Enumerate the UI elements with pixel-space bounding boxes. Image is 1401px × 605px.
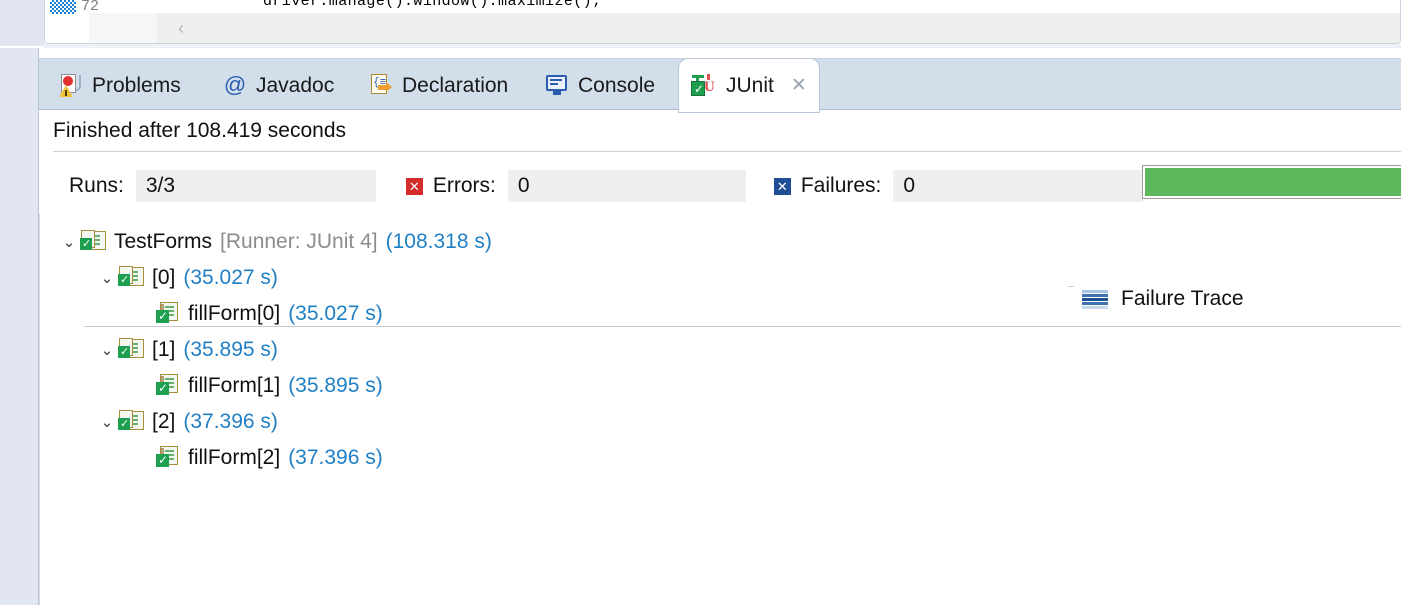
console-icon (545, 73, 569, 97)
errors-label: Errors: (432, 174, 496, 197)
test-method-icon: ✓ (156, 301, 181, 326)
runs-label: Runs: (69, 174, 124, 197)
tree-row[interactable]: ⌄ ✓ [1] (35.895 s) (96, 334, 278, 365)
editor-body[interactable]: 72 driver.manage().window().maximize(); … (44, 0, 1401, 44)
junit-body: ⌄ ✓ TestForms [Runner: JUnit 4] (108.318 s) ⌄… (39, 214, 1401, 605)
tree-node-time: (37.396 s) (288, 445, 383, 469)
tree-node-time: (35.027 s) (183, 265, 278, 289)
bottom-view-stack: Problems @ Javadoc {≡ Declaration Consol… (0, 48, 1401, 605)
chevron-down-icon[interactable]: ⌄ (96, 341, 118, 359)
chevron-down-icon[interactable]: ⌄ (58, 233, 80, 251)
tree-row[interactable]: ✓ fillForm[0] (35.027 s) (134, 298, 383, 329)
test-suite-icon: ✓ (118, 265, 145, 290)
editor-horizontal-scrollbar[interactable]: ‹ (89, 13, 1400, 43)
tab-problems[interactable]: Problems (47, 59, 193, 111)
failure-trace-icon (1082, 289, 1108, 309)
progress-bar (1142, 165, 1401, 199)
status-text: Finished after 108.419 seconds (53, 119, 347, 142)
tree-node-label: [2] (152, 409, 176, 433)
tab-declaration[interactable]: {≡ Declaration (357, 59, 520, 111)
test-method-icon: ✓ (156, 445, 181, 470)
tree-row[interactable]: ⌄ ✓ TestForms [Runner: JUnit 4] (108.318 s) (58, 226, 492, 257)
editor-area-partial: 72 driver.manage().window().maximize(); … (0, 0, 1401, 48)
status-separator (53, 151, 1401, 152)
progress-bar-fill (1145, 168, 1401, 196)
tree-row[interactable]: ✓ fillForm[1] (35.895 s) (134, 370, 383, 401)
tab-label: Javadoc (256, 73, 335, 97)
view-frame: Problems @ Javadoc {≡ Declaration Consol… (38, 48, 1401, 605)
tree-node-label: [0] (152, 265, 176, 289)
tree-node-label: fillForm[0] (188, 301, 281, 325)
chevron-down-icon[interactable]: ⌄ (96, 413, 118, 431)
failure-square-icon: ✕ (773, 177, 791, 195)
failures-label: Failures: (800, 174, 882, 197)
tree-row[interactable]: ✓ fillForm[2] (37.396 s) (134, 442, 391, 473)
tree-node-label: [1] (152, 337, 176, 361)
tree-row[interactable]: ⌄ ✓ [2] (37.396 s) (96, 406, 278, 437)
at-icon: @ (223, 72, 247, 97)
tree-node-time: (108.318 s) (385, 229, 492, 253)
failure-trace-header: Failure Trace (1082, 282, 1244, 316)
declaration-icon: {≡ (369, 73, 393, 97)
occurrence-annotation-icon (50, 0, 76, 14)
junit-icon: ✓ U (691, 73, 717, 98)
problems-icon (59, 73, 83, 97)
perspective-band-top (0, 0, 44, 46)
tree-node-time: (35.895 s) (288, 373, 383, 397)
tab-junit[interactable]: ✓ U JUnit ✕ (679, 59, 819, 112)
test-suite-icon: ✓ (118, 409, 145, 434)
tab-label: Declaration (402, 73, 509, 97)
junit-status-line: Finished after 108.419 seconds (39, 111, 1401, 151)
tree-node-time: (35.895 s) (183, 337, 278, 361)
tree-node-time: (35.027 s) (288, 301, 383, 325)
test-suite-icon: ✓ (118, 337, 145, 362)
tree-node-runner: [Runner: JUnit 4] (220, 229, 378, 253)
eclipse-junit-view: 72 driver.manage().window().maximize(); … (0, 0, 1401, 605)
failure-trace-title: Failure Trace (1121, 287, 1244, 310)
failure-trace-separator (84, 326, 1401, 327)
tab-label: Problems (92, 73, 181, 97)
view-tab-strip: Problems @ Javadoc {≡ Declaration Consol… (39, 58, 1401, 112)
scroll-left-chevron-icon[interactable]: ‹ (159, 13, 203, 43)
tree-node-label: TestForms (114, 229, 213, 253)
tree-node-label: fillForm[2] (188, 445, 281, 469)
tab-label: Console (578, 73, 656, 97)
errors-value: 0 (507, 170, 746, 202)
code-line-text: driver.manage().window().maximize(); (263, 0, 602, 10)
tree-node-time: (37.396 s) (183, 409, 278, 433)
scrollbar-track-pad (89, 13, 157, 43)
chevron-down-icon[interactable]: ⌄ (96, 269, 118, 287)
tree-node-label: fillForm[1] (188, 373, 281, 397)
test-method-icon: ✓ (156, 373, 181, 398)
error-square-icon: ✕ (405, 177, 423, 195)
tree-row[interactable]: ⌄ ✓ [0] (35.027 s) (96, 262, 278, 293)
tab-console[interactable]: Console (533, 59, 667, 111)
tab-label: JUnit (726, 74, 774, 97)
tab-javadoc[interactable]: @ Javadoc (211, 59, 346, 111)
runs-value: 3/3 (135, 170, 376, 202)
close-icon[interactable]: ✕ (791, 74, 807, 97)
test-suite-icon: ✓ (80, 229, 107, 254)
failure-trace-pane: Failure Trace (1074, 214, 1401, 605)
test-result-tree[interactable]: ⌄ ✓ TestForms [Runner: JUnit 4] (108.318 s) ⌄… (39, 214, 1068, 605)
failures-value: 0 (893, 170, 1144, 202)
perspective-band (0, 48, 38, 605)
